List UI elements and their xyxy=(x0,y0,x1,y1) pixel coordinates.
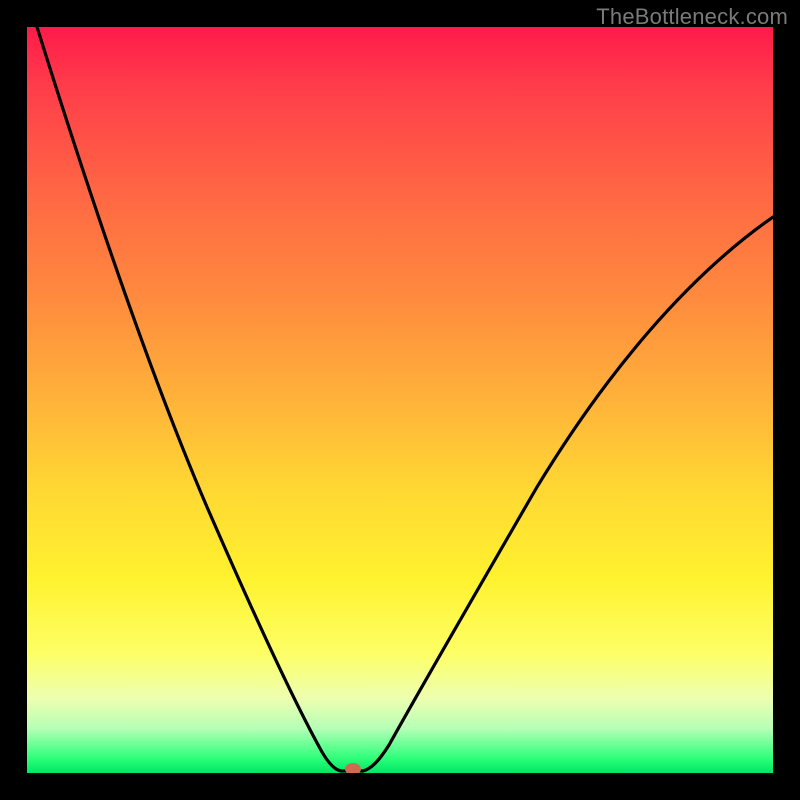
curve-svg xyxy=(27,27,773,773)
plot-area xyxy=(27,27,773,773)
min-marker xyxy=(345,763,361,773)
chart-frame: TheBottleneck.com xyxy=(0,0,800,800)
bottleneck-curve-path xyxy=(37,27,773,771)
